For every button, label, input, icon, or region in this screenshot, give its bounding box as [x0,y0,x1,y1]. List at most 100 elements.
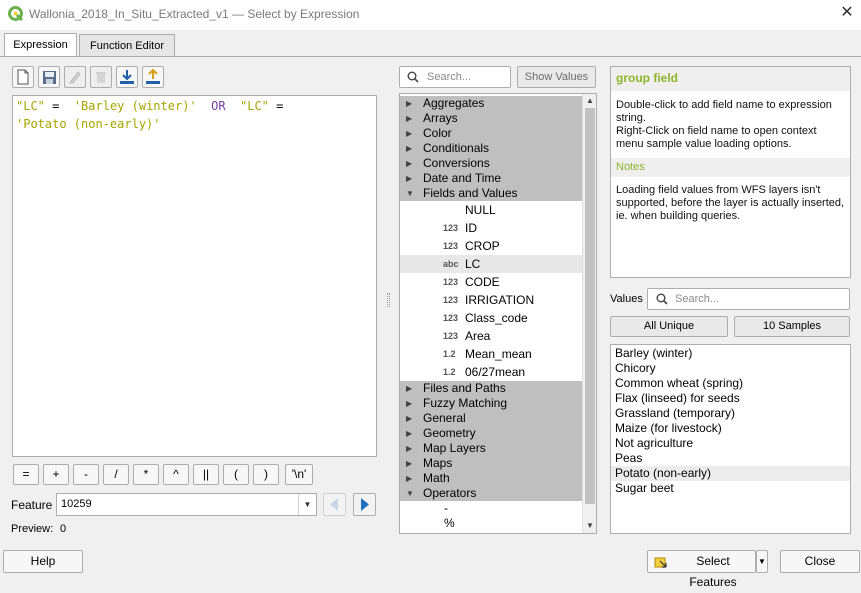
operator-multiply-button[interactable]: * [133,464,159,485]
tab-expression[interactable]: Expression [4,33,77,57]
tree-group[interactable]: ▶ Map Layers [400,441,583,456]
tree-group[interactable]: ▶ Arrays [400,111,583,126]
next-feature-button[interactable] [353,493,376,516]
show-values-button[interactable]: Show Values [517,66,596,88]
chevron-right-icon[interactable]: ▶ [406,156,412,171]
value-item[interactable]: Peas [611,451,850,466]
export-button[interactable] [142,66,164,88]
field-item[interactable]: 123 CROP [400,237,583,255]
value-item[interactable]: Maize (for livestock) [611,421,850,436]
splitter-handle[interactable] [387,293,390,307]
chevron-right-icon[interactable]: ▶ [406,171,412,186]
tree-group[interactable]: ▶ Geometry [400,426,583,441]
tree-group[interactable]: ▶ Date and Time [400,171,583,186]
value-item[interactable]: Not agriculture [611,436,850,451]
function-tree[interactable]: ▶ Aggregates ▶ Arrays ▶ Color ▶ Conditionals ▶ Co… [399,93,597,534]
feature-combo[interactable]: 10259 ▼ [56,493,317,516]
tree-group[interactable]: ▶ Math [400,471,583,486]
arrow-left-icon [330,498,338,511]
value-item[interactable]: Flax (linseed) for seeds [611,391,850,406]
value-item[interactable]: Grassland (temporary) [611,406,850,421]
operator-item[interactable]: % [400,516,583,531]
chevron-right-icon[interactable]: ▶ [406,471,412,486]
select-features-dropdown[interactable]: ▼ [756,550,768,573]
chevron-right-icon[interactable]: ▶ [406,381,412,396]
value-item[interactable]: Sugar beet [611,481,850,496]
operator-close-paren-button[interactable]: ) [253,464,279,485]
tree-scrollbar[interactable]: ▲ ▼ [582,94,596,533]
operator-power-button[interactable]: ^ [163,464,189,485]
help-button[interactable]: Help [3,550,83,573]
chevron-right-icon[interactable]: ▶ [406,441,412,456]
scrollbar-thumb[interactable] [585,108,595,504]
value-item[interactable]: Chicory [611,361,850,376]
import-button[interactable] [116,66,138,88]
operator-open-paren-button[interactable]: ( [223,464,249,485]
expression-editor[interactable]: "LC" = 'Barley (winter)' OR "LC" = 'Pota… [12,95,377,457]
edit-icon [69,71,81,84]
field-item[interactable]: abc LC [400,255,583,273]
operator-newline-button[interactable]: '\n' [285,464,313,485]
chevron-right-icon[interactable]: ▶ [406,411,412,426]
tree-group[interactable]: ▼ Fields and Values [400,186,583,201]
field-item[interactable]: 123 IRRIGATION [400,291,583,309]
tree-group[interactable]: ▶ Conditionals [400,141,583,156]
save-button[interactable] [38,66,60,88]
field-item[interactable]: 123 Area [400,327,583,345]
tree-group[interactable]: ▶ Maps [400,456,583,471]
values-search-input[interactable]: Search... [647,288,850,310]
chevron-down-icon[interactable]: ▼ [406,186,414,201]
all-unique-button[interactable]: All Unique [610,316,728,337]
value-item[interactable]: Common wheat (spring) [611,376,850,391]
previous-feature-button[interactable] [323,493,346,516]
operator-item[interactable]: * [400,531,583,533]
field-item[interactable]: 123 CODE [400,273,583,291]
chevron-down-icon[interactable]: ▼ [406,486,414,501]
chevron-right-icon[interactable]: ▶ [406,96,412,111]
expression-token: 'Barley (winter)' [66,99,204,113]
field-item[interactable]: 123 ID [400,219,583,237]
field-label: Class_code [465,311,528,325]
tree-group[interactable]: ▶ General [400,411,583,426]
function-search-input[interactable]: Search... [399,66,511,88]
new-file-button[interactable] [12,66,34,88]
value-item[interactable]: Potato (non-early) [611,466,850,481]
scroll-up-icon[interactable]: ▲ [583,94,596,108]
select-features-button[interactable]: Select Features [647,550,756,589]
close-window-button[interactable]: ✕ [838,4,856,22]
operator-plus-button[interactable]: + [43,464,69,485]
value-item[interactable]: Barley (winter) [611,346,850,361]
scroll-down-icon[interactable]: ▼ [583,519,596,533]
ten-samples-button[interactable]: 10 Samples [734,316,850,337]
delete-button[interactable] [90,66,112,88]
operator-minus-button[interactable]: - [73,464,99,485]
field-item[interactable]: 1.2 Mean_mean [400,345,583,363]
field-label: CODE [465,275,500,289]
chevron-right-icon[interactable]: ▶ [406,426,412,441]
tree-group[interactable]: ▶ Color [400,126,583,141]
operator-item[interactable]: - [400,501,583,516]
operator-divide-button[interactable]: / [103,464,129,485]
help-heading: group field [611,67,850,91]
tree-group[interactable]: ▶ Aggregates [400,96,583,111]
field-item[interactable]: NULL [400,201,583,219]
values-list[interactable]: Barley (winter) Chicory Common wheat (spri… [610,344,851,534]
field-item[interactable]: 1.2 06/27mean [400,363,583,381]
field-item[interactable]: 123 Class_code [400,309,583,327]
chevron-right-icon[interactable]: ▶ [406,396,412,411]
tree-group-label: General [423,411,466,425]
chevron-right-icon[interactable]: ▶ [406,456,412,471]
tree-group[interactable]: ▼ Operators [400,486,583,501]
chevron-right-icon[interactable]: ▶ [406,141,412,156]
tree-group[interactable]: ▶ Conversions [400,156,583,171]
operator-equals-button[interactable]: = [13,464,39,485]
tree-group[interactable]: ▶ Fuzzy Matching [400,396,583,411]
chevron-right-icon[interactable]: ▶ [406,111,412,126]
edit-button[interactable] [64,66,86,88]
close-button[interactable]: Close [780,550,860,573]
tree-group[interactable]: ▶ Files and Paths [400,381,583,396]
feature-value: 10259 [61,498,92,510]
operator-concat-button[interactable]: || [193,464,219,485]
tab-function-editor[interactable]: Function Editor [79,34,175,57]
chevron-right-icon[interactable]: ▶ [406,126,412,141]
